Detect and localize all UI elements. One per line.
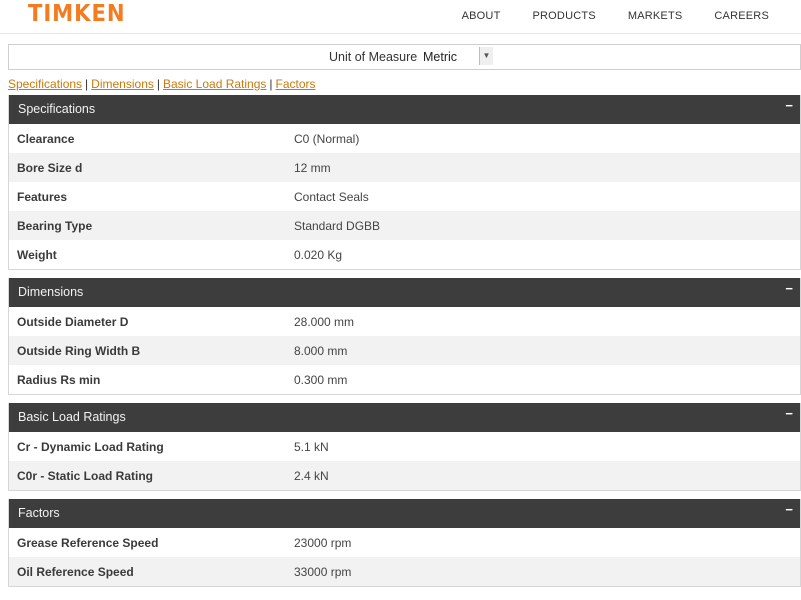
spec-row: Radius Rs min 0.300 mm xyxy=(9,365,800,394)
section-header[interactable]: Specifications − xyxy=(9,95,800,124)
spec-label: Outside Ring Width B xyxy=(17,344,141,358)
spec-row: Weight 0.020 Kg xyxy=(9,240,800,269)
spec-value: 0.300 mm xyxy=(294,373,348,387)
chevron-down-icon[interactable]: ▼ xyxy=(479,47,493,65)
spec-row: Outside Ring Width B 8.000 mm xyxy=(9,336,800,365)
jump-link-dimensions[interactable]: Dimensions xyxy=(91,77,154,91)
spec-row: Bearing Type Standard DGBB xyxy=(9,211,800,240)
spec-value: C0 (Normal) xyxy=(294,132,360,146)
link-separator: | xyxy=(156,77,160,91)
section-title: Basic Load Ratings xyxy=(18,410,126,424)
spec-value: 28.000 mm xyxy=(294,315,355,329)
main-nav: ABOUT PRODUCTS MARKETS CAREERS xyxy=(462,0,801,34)
spec-label: Grease Reference Speed xyxy=(17,536,159,550)
section-jump-links: Specifications | Dimensions | Basic Load Rat… xyxy=(8,77,316,91)
specifications-section: Specifications − Clearance C0 (Normal) B… xyxy=(8,95,801,270)
jump-link-basic-load-ratings[interactable]: Basic Load Ratings xyxy=(163,77,266,91)
section-header[interactable]: Basic Load Ratings − xyxy=(9,403,800,432)
dimensions-section: Dimensions − Outside Diameter D 28.000 m… xyxy=(8,278,801,395)
collapse-icon[interactable]: − xyxy=(785,281,793,296)
spec-label: Outside Diameter D xyxy=(17,315,129,329)
spec-label: Weight xyxy=(17,248,57,262)
spec-value: 12 mm xyxy=(294,161,331,175)
spec-row: Clearance C0 (Normal) xyxy=(9,124,800,153)
spec-row: C0r - Static Load Rating 2.4 kN xyxy=(9,461,800,490)
link-separator: | xyxy=(85,77,89,91)
unit-of-measure-select[interactable]: Metric ▼ xyxy=(423,47,493,67)
spec-value: 8.000 mm xyxy=(294,344,348,358)
spec-row: Cr - Dynamic Load Rating 5.1 kN xyxy=(9,432,800,461)
collapse-icon[interactable]: − xyxy=(785,502,793,517)
spec-value: Standard DGBB xyxy=(294,219,381,233)
spec-label: Bearing Type xyxy=(17,219,93,233)
spec-label: Clearance xyxy=(17,132,75,146)
section-header[interactable]: Dimensions − xyxy=(9,278,800,307)
spec-value: 5.1 kN xyxy=(294,440,329,454)
spec-label: C0r - Static Load Rating xyxy=(17,469,154,483)
spec-value: 23000 rpm xyxy=(294,536,352,550)
top-navigation-bar: TIMKEN ABOUT PRODUCTS MARKETS CAREERS xyxy=(0,0,801,34)
timken-logo[interactable]: TIMKEN xyxy=(28,0,125,28)
spec-label: Features xyxy=(17,190,68,204)
jump-link-specifications[interactable]: Specifications xyxy=(8,77,82,91)
section-title: Specifications xyxy=(18,102,96,116)
spec-value: 2.4 kN xyxy=(294,469,329,483)
spec-row: Features Contact Seals xyxy=(9,182,800,211)
factors-section: Factors − Grease Reference Speed 23000 r… xyxy=(8,499,801,587)
spec-value: 0.020 Kg xyxy=(294,248,343,262)
jump-link-factors[interactable]: Factors xyxy=(276,77,316,91)
collapse-icon[interactable]: − xyxy=(785,406,793,421)
nav-careers[interactable]: CAREERS xyxy=(714,0,769,34)
spec-value: Contact Seals xyxy=(294,190,369,204)
section-title: Dimensions xyxy=(18,285,84,299)
unit-of-measure-bar: Unit of Measure Metric ▼ xyxy=(8,44,801,70)
nav-about[interactable]: ABOUT xyxy=(462,0,501,34)
link-separator: | xyxy=(269,77,273,91)
spec-value: 33000 rpm xyxy=(294,565,352,579)
unit-of-measure-value: Metric xyxy=(423,50,458,64)
spec-row: Outside Diameter D 28.000 mm xyxy=(9,307,800,336)
spec-label: Oil Reference Speed xyxy=(17,565,134,579)
nav-markets[interactable]: MARKETS xyxy=(628,0,683,34)
section-title: Factors xyxy=(18,506,60,520)
spec-label: Radius Rs min xyxy=(17,373,101,387)
spec-row: Oil Reference Speed 33000 rpm xyxy=(9,557,800,586)
collapse-icon[interactable]: − xyxy=(785,98,793,113)
basic-load-ratings-section: Basic Load Ratings − Cr - Dynamic Load R… xyxy=(8,403,801,491)
section-header[interactable]: Factors − xyxy=(9,499,800,528)
spec-row: Grease Reference Speed 23000 rpm xyxy=(9,528,800,557)
spec-label: Cr - Dynamic Load Rating xyxy=(17,440,164,454)
spec-row: Bore Size d 12 mm xyxy=(9,153,800,182)
nav-products[interactable]: PRODUCTS xyxy=(533,0,596,34)
spec-label: Bore Size d xyxy=(17,161,83,175)
unit-of-measure-label: Unit of Measure xyxy=(329,50,418,64)
